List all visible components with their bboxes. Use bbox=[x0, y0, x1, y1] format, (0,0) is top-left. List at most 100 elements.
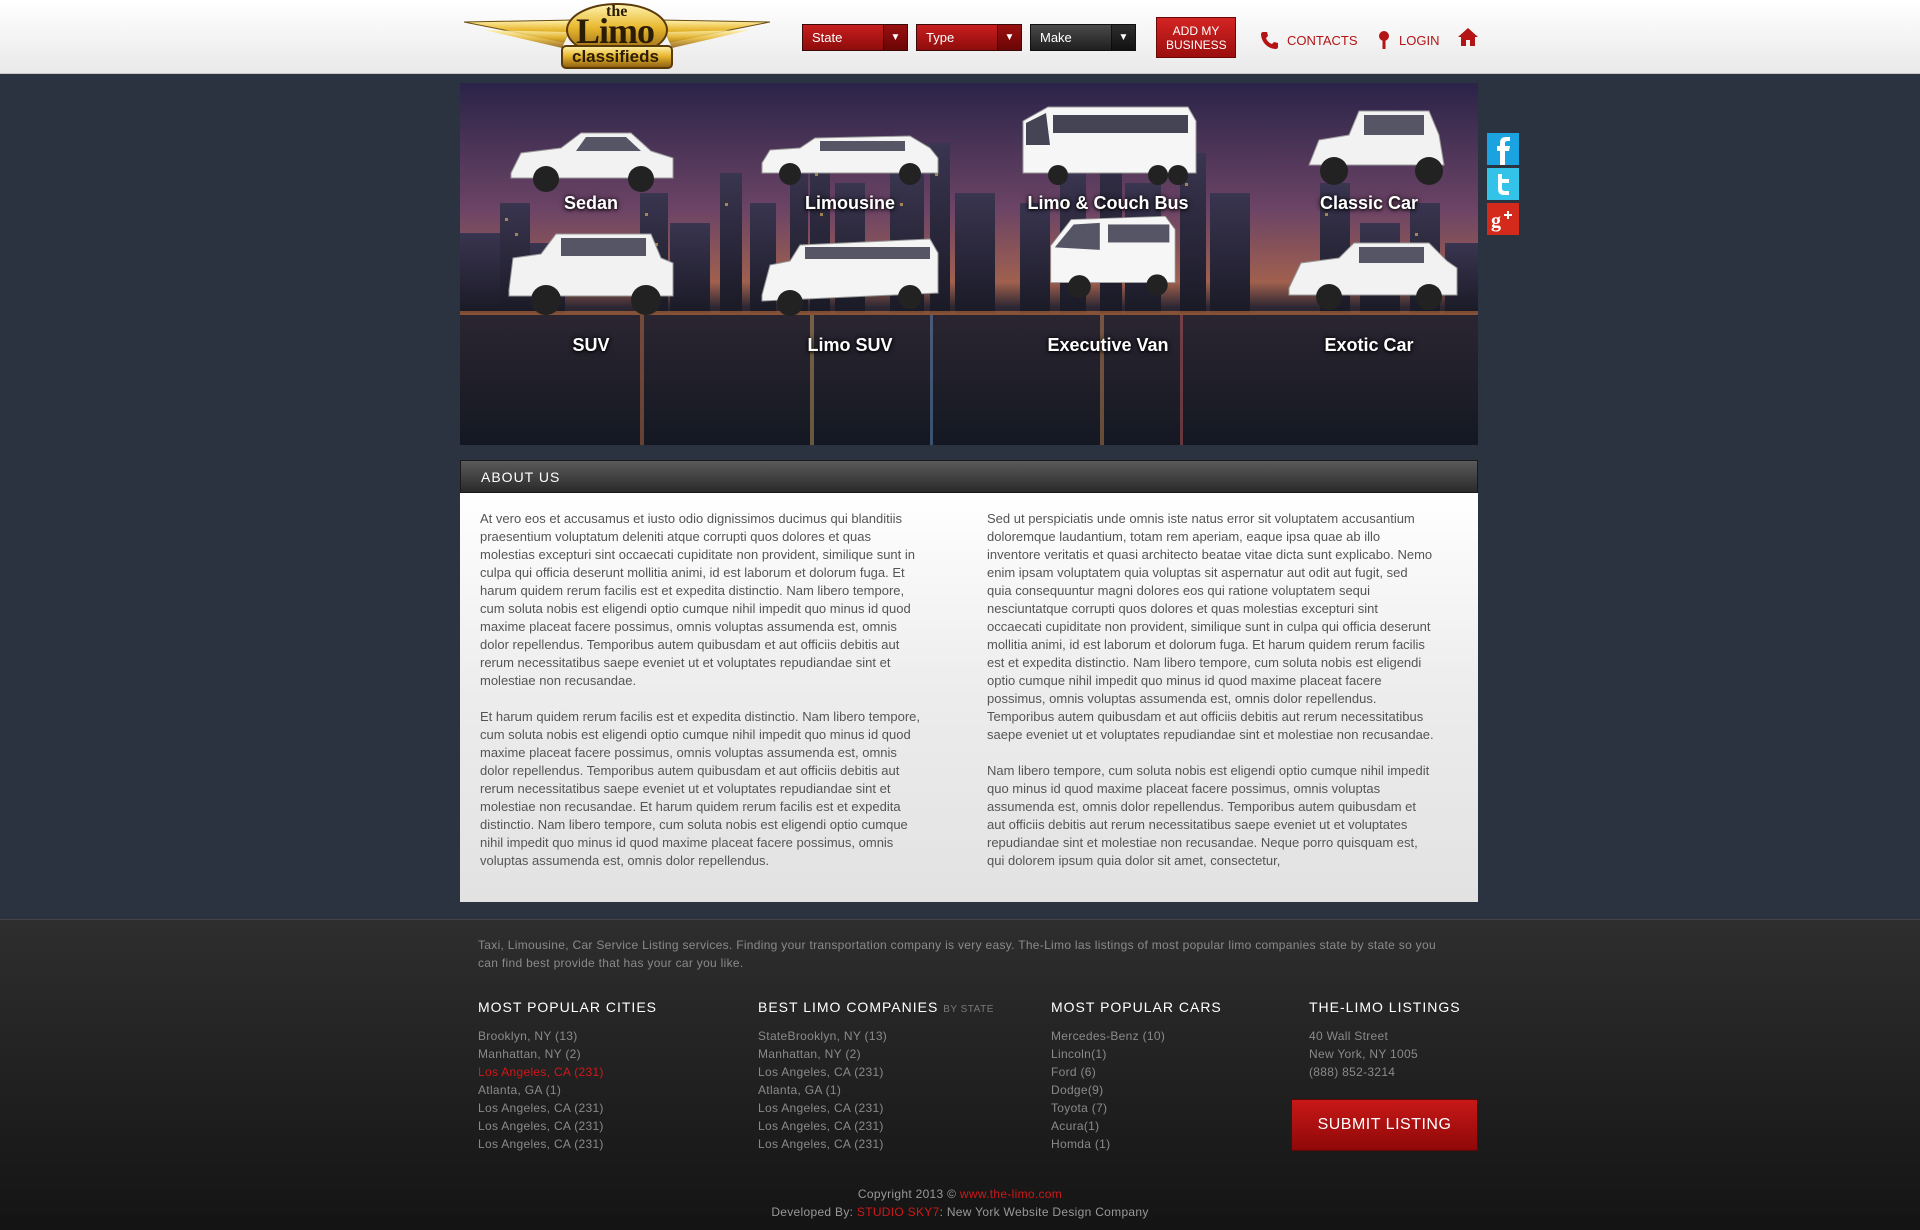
best-limo-companies-column: BEST LIMO COMPANIES BY STATE StateBrookl… bbox=[758, 999, 994, 1153]
site-logo[interactable]: the Limo classifieds bbox=[464, 2, 770, 72]
footer: Taxi, Limousine, Car Service Listing ser… bbox=[0, 919, 1920, 1230]
phone-number: (888) 852-3214 bbox=[1309, 1065, 1396, 1079]
contacts-label: CONTACTS bbox=[1287, 32, 1358, 48]
footer-intro: Taxi, Limousine, Car Service Listing ser… bbox=[478, 938, 1436, 970]
category-label: Sedan bbox=[563, 193, 619, 213]
chevron-down-icon: ▼ bbox=[883, 25, 907, 50]
login-label: LOGIN bbox=[1399, 32, 1440, 48]
about-right-column: Sed ut perspiciatis unde omnis iste natu… bbox=[987, 510, 1435, 888]
about-paragraph: Et harum quidem rerum facilis est et exp… bbox=[480, 709, 921, 868]
add-my-business-label: ADD MY BUSINESS bbox=[1166, 23, 1227, 52]
about-paragraph: Nam libero tempore, cum soluta nobis est… bbox=[987, 763, 1430, 868]
popular-cities-column: MOST POPULAR CITIES Brooklyn, NY (13) Ma… bbox=[478, 999, 657, 1153]
suv-icon bbox=[508, 233, 674, 315]
company-link[interactable]: Los Angeles, CA (231) bbox=[758, 1063, 994, 1081]
about-us-header: ABOUT US bbox=[460, 460, 1478, 493]
contacts-link[interactable]: CONTACTS bbox=[1259, 30, 1358, 50]
developer-credit: Developed By: STUDIO SKY7: New York Webs… bbox=[0, 1205, 1920, 1219]
category-label: Limo & Couch Bus bbox=[1027, 193, 1189, 213]
city-link[interactable]: Manhattan, NY (2) bbox=[478, 1045, 657, 1063]
company-link[interactable]: Manhattan, NY (2) bbox=[758, 1045, 994, 1063]
logo-classifieds: classifieds bbox=[572, 47, 659, 66]
classic-car-icon bbox=[1308, 110, 1445, 185]
company-link[interactable]: Los Angeles, CA (231) bbox=[758, 1099, 994, 1117]
address-line: New York, NY 1005 bbox=[1309, 1047, 1418, 1061]
city-link[interactable]: Atlanta, GA (1) bbox=[478, 1081, 657, 1099]
make-select[interactable]: Make ▼ bbox=[1030, 24, 1136, 51]
google-plus-icon: g bbox=[1487, 203, 1519, 235]
type-select[interactable]: Type ▼ bbox=[916, 24, 1022, 51]
twitter-icon bbox=[1487, 168, 1519, 200]
state-select-value: State bbox=[812, 30, 843, 45]
svg-text:g: g bbox=[1491, 210, 1501, 232]
city-link[interactable]: Brooklyn, NY (13) bbox=[478, 1027, 657, 1045]
company-link[interactable]: StateBrooklyn, NY (13) bbox=[758, 1027, 994, 1045]
developer-prefix: Developed By: bbox=[771, 1205, 857, 1219]
car-make-link[interactable]: Dodge(9) bbox=[1051, 1081, 1222, 1099]
van-icon bbox=[1050, 215, 1176, 299]
phone-icon bbox=[1261, 32, 1278, 49]
the-limo-listings-column: THE-LIMO LISTINGS 40 Wall Street New Yor… bbox=[1309, 999, 1461, 1081]
limousine-icon bbox=[761, 135, 939, 185]
logo-limo: Limo bbox=[576, 11, 655, 51]
chevron-down-icon: ▼ bbox=[997, 25, 1021, 50]
sedan-car-icon bbox=[510, 132, 674, 192]
about-paragraph: Sed ut perspiciatis unde omnis iste natu… bbox=[987, 511, 1434, 742]
car-make-link[interactable]: Toyota (7) bbox=[1051, 1099, 1222, 1117]
copyright-text: Copyright 2013 © bbox=[857, 1187, 960, 1201]
header: the Limo classifieds State ▼ Type ▼ Make… bbox=[0, 0, 1920, 74]
vehicle-category-banner: Sedan Limousine Limo & Couch Bus Classic… bbox=[460, 83, 1478, 445]
column-title-text: BEST LIMO COMPANIES bbox=[758, 999, 939, 1015]
company-link[interactable]: Atlanta, GA (1) bbox=[758, 1081, 994, 1099]
car-make-link[interactable]: Lincoln(1) bbox=[1051, 1045, 1222, 1063]
company-link[interactable]: Los Angeles, CA (231) bbox=[758, 1135, 994, 1153]
twitter-link[interactable] bbox=[1487, 168, 1519, 200]
column-title: BEST LIMO COMPANIES BY STATE bbox=[758, 999, 994, 1015]
login-link[interactable]: LOGIN bbox=[1377, 30, 1439, 50]
category-label: Executive Van bbox=[1047, 335, 1169, 355]
about-left-column: At vero eos et accusamus et iusto odio d… bbox=[480, 510, 928, 888]
add-my-business-button[interactable]: ADD MY BUSINESS bbox=[1156, 17, 1236, 58]
city-link[interactable]: Los Angeles, CA (231) bbox=[478, 1063, 657, 1081]
city-link[interactable]: Los Angeles, CA (231) bbox=[478, 1135, 657, 1153]
company-link[interactable]: Los Angeles, CA (231) bbox=[758, 1117, 994, 1135]
developer-link[interactable]: STUDIO SKY7 bbox=[857, 1205, 940, 1219]
city-link[interactable]: Los Angeles, CA (231) bbox=[478, 1099, 657, 1117]
bus-icon bbox=[1022, 106, 1197, 185]
popular-cars-column: MOST POPULAR CARS Mercedes-Benz (10) Lin… bbox=[1051, 999, 1222, 1153]
column-subtitle: BY STATE bbox=[943, 1004, 994, 1015]
exotic-car-icon bbox=[1288, 242, 1458, 310]
copyright-line: Copyright 2013 © www.the-limo.com bbox=[0, 1187, 1920, 1201]
submit-listing-label: SUBMIT LISTING bbox=[1317, 1116, 1452, 1133]
make-select-value: Make bbox=[1040, 30, 1072, 45]
submit-listing-button[interactable]: SUBMIT LISTING bbox=[1291, 1099, 1478, 1151]
pin-icon bbox=[1379, 31, 1389, 49]
car-make-link[interactable]: Acura(1) bbox=[1051, 1117, 1222, 1135]
city-link[interactable]: Los Angeles, CA (231) bbox=[478, 1117, 657, 1135]
facebook-link[interactable] bbox=[1487, 133, 1519, 165]
about-us-title: ABOUT US bbox=[481, 468, 561, 485]
category-label: Exotic Car bbox=[1324, 335, 1414, 355]
car-make-link[interactable]: Ford (6) bbox=[1051, 1063, 1222, 1081]
category-label: Limousine bbox=[804, 193, 895, 213]
about-us-content: At vero eos et accusamus et iusto odio d… bbox=[460, 493, 1478, 902]
site-link[interactable]: www.the-limo.com bbox=[960, 1187, 1062, 1201]
column-title: MOST POPULAR CITIES bbox=[478, 999, 657, 1015]
car-make-link[interactable]: Homda (1) bbox=[1051, 1135, 1222, 1153]
facebook-icon bbox=[1487, 133, 1519, 165]
type-select-value: Type bbox=[926, 30, 955, 45]
developer-suffix: : New York Website Design Company bbox=[939, 1205, 1149, 1219]
car-make-link[interactable]: Mercedes-Benz (10) bbox=[1051, 1027, 1222, 1045]
google-plus-link[interactable]: g bbox=[1487, 203, 1519, 235]
category-label: Limo SUV bbox=[807, 335, 893, 355]
limo-suv-icon bbox=[761, 238, 939, 316]
home-icon bbox=[1458, 28, 1478, 46]
home-link[interactable] bbox=[1457, 27, 1479, 47]
category-label: SUV bbox=[572, 335, 610, 355]
column-title: THE-LIMO LISTINGS bbox=[1309, 999, 1461, 1015]
column-title: MOST POPULAR CARS bbox=[1051, 999, 1222, 1015]
category-label: Classic Car bbox=[1319, 193, 1419, 213]
about-paragraph: At vero eos et accusamus et iusto odio d… bbox=[480, 511, 916, 688]
state-select[interactable]: State ▼ bbox=[802, 24, 908, 51]
chevron-down-icon: ▼ bbox=[1111, 25, 1135, 50]
